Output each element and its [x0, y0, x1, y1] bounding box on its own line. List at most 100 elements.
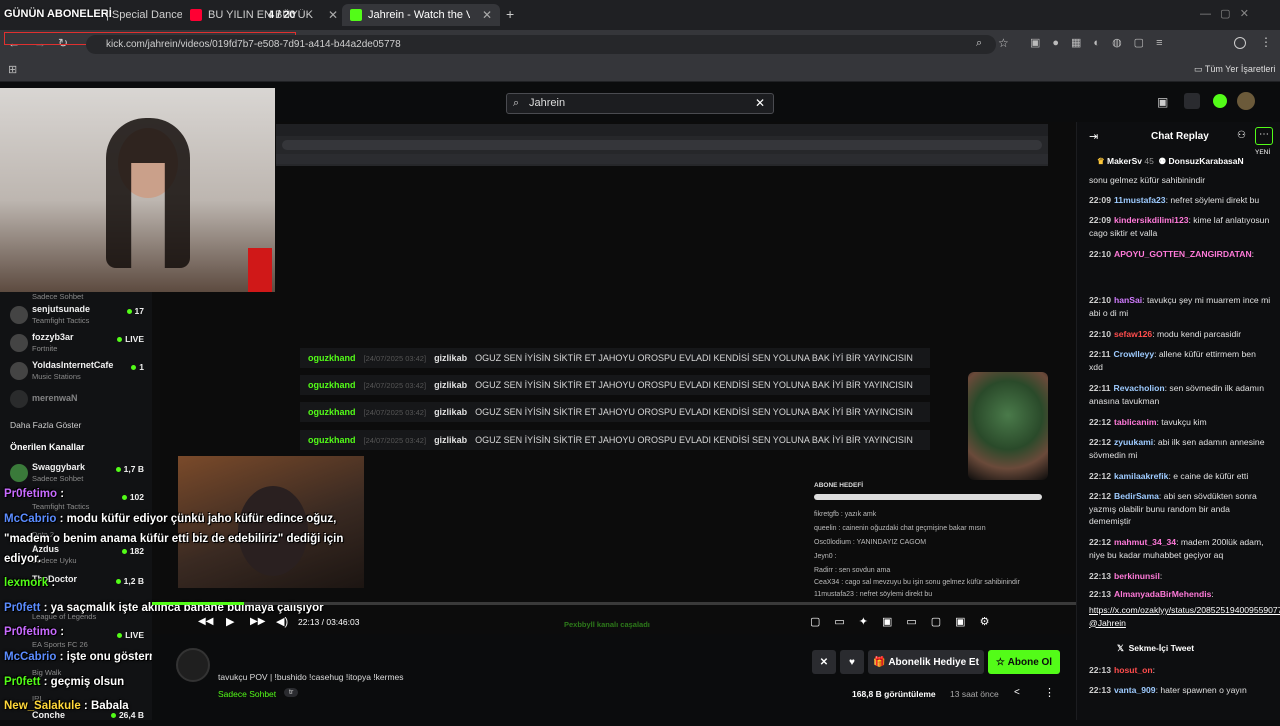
volume-icon[interactable]: ◀) [276, 615, 288, 628]
time-display: 22:13 / 03:46:03 [298, 617, 360, 627]
search-value: Jahrein [529, 97, 566, 109]
chat-text: : [1251, 249, 1255, 259]
player-right-icons[interactable]: ▢▭✦▣▭▢▣⚙ [810, 615, 1003, 628]
chat-text: OGUZ SEN İYİSİN SİKTİR ET JAHOYU OROSPU … [475, 407, 913, 417]
inner-bookmarks [276, 154, 1048, 164]
chat-time: 22:10 [1089, 295, 1111, 305]
url-input[interactable]: kick.com/jahrein/videos/019fd7b7-e508-7d… [86, 35, 996, 54]
inner-chat-line: queelin : cainenin oğuzdaki chat geçmişi… [814, 525, 986, 532]
window-controls[interactable]: — ▢ ✕ [1200, 7, 1249, 20]
chat-username[interactable]: vanta_909 [1114, 685, 1156, 695]
chat-users-icon[interactable]: ⚇ [1237, 130, 1246, 141]
show-more-link[interactable]: Daha Fazla Göster [10, 420, 81, 430]
chat-username[interactable]: Revacholion [1114, 383, 1165, 393]
channel-category: EA Sports FC 26 [32, 640, 88, 649]
video-chat-line: oguzkhand [24/07/2025 03:42] gizlikab OG… [300, 375, 930, 395]
chat-username[interactable]: Crowlleyy [1114, 349, 1155, 359]
menu-icon[interactable]: ⋮ [1260, 35, 1272, 49]
gift-sub-button[interactable]: 🎁 Abonelik Hediye Et [868, 650, 984, 674]
sidebar-channel[interactable]: senjutsunade Teamfight Tactics 17 [0, 302, 152, 330]
chat-username[interactable]: mahmut_34_34 [1114, 537, 1176, 547]
viewer-count: 1 [131, 362, 144, 372]
chat-username[interactable]: berkinunsil [1114, 571, 1160, 581]
chat-username[interactable]: hanSai [1114, 295, 1142, 305]
chat-username[interactable]: BedirSama [1114, 491, 1159, 501]
seek-bar[interactable] [152, 602, 1076, 605]
tweet-button[interactable]: 𝕏 Sekme-İçi Tweet [1117, 643, 1194, 654]
search-input[interactable]: ⌕ Jahrein ✕ [506, 93, 774, 114]
sidebar-channel[interactable]: fozzyb3ar Fortnite LIVE [0, 330, 152, 358]
chat-text: : hater spawnen o yayın [1155, 685, 1247, 695]
browser-tab-active[interactable]: Jahrein - Watch the VOD on Ki ✕ [342, 4, 500, 26]
chat-message: https://x.com/ozaklyy/status/20852519400… [1089, 604, 1280, 629]
channel-category: Sadece Sohbet [32, 292, 84, 301]
chat-username[interactable]: sefaw126 [1114, 329, 1152, 339]
chat-message: 22:12 zyuukami: abi ilk sen adamın annesi… [1089, 436, 1271, 461]
sidebar-channel[interactable]: YoldasInternetCafe Music Stations 1 [0, 358, 152, 386]
close-icon[interactable]: ✕ [328, 8, 338, 22]
mute-notify-button[interactable]: ✕ [812, 650, 836, 674]
chat-settings-icon[interactable]: ⋯ [1255, 127, 1273, 145]
new-tab-button[interactable]: + [506, 6, 514, 22]
collapse-chat-icon[interactable]: ⇥ [1089, 130, 1098, 143]
chat-message: 22:09 kindersikdilimi123: kime laf anlatı… [1089, 214, 1271, 239]
browser-tab[interactable]: BU YILIN EN BÜYÜK DRAMASI ✕ [190, 4, 338, 26]
chat-text: : [1159, 571, 1163, 581]
chat-user: oguzkhand [308, 380, 356, 390]
chat-time: 22:12 [1089, 437, 1111, 447]
pinned-user: MakerSv [1107, 156, 1142, 166]
chat-username[interactable]: hosut_on [1114, 665, 1153, 675]
chat-user: oguzkhand [308, 353, 356, 363]
tab-label: Jahrein - Watch the VOD on Ki [368, 9, 470, 21]
chat-time: 22:11 [1089, 349, 1111, 359]
video-category[interactable]: Sadece Sohbet [218, 689, 276, 699]
zoom-icon[interactable]: ⌕ [976, 37, 982, 50]
chat-time: 22:09 [1089, 215, 1111, 225]
forward-icon[interactable]: ▶▶ [250, 616, 265, 627]
chat-user2: gizlikab [434, 353, 468, 363]
inner-chat-lines: fikretgfb : yazık amk queelin : cainenin… [814, 508, 1042, 602]
subscribe-button[interactable]: ☆ Abone Ol [988, 650, 1060, 674]
chat-text: sonu gelmez küfür sahibinindir [1089, 175, 1206, 185]
layout-icon[interactable] [1184, 93, 1200, 109]
channel-avatar[interactable] [176, 648, 210, 682]
url-text: kick.com/jahrein/videos/019fd7b7-e508-7d… [106, 39, 401, 50]
more-options-icon[interactable]: ⋮ [1044, 686, 1055, 699]
channel-name: fozzyb3ar [32, 332, 74, 342]
share-icon[interactable]: < [1014, 687, 1020, 698]
chat-text: : modu kendi parcasidir [1152, 329, 1242, 339]
chat-username[interactable]: zyuukami [1114, 437, 1153, 447]
close-icon[interactable]: ✕ [482, 8, 492, 22]
chat-time: 22:10 [1089, 329, 1111, 339]
inner-chat-line: Jeyn0 : [814, 553, 837, 560]
follow-heart-button[interactable]: ♥ [840, 650, 864, 674]
chat-username[interactable]: AlmanyadaBirMehendis [1114, 589, 1211, 599]
sidebar-channel[interactable]: merenwaN [0, 386, 152, 414]
apps-icon[interactable]: ⊞ [8, 63, 17, 76]
overlay-chat-line: Pr0fett : geçmiş olsun [4, 676, 125, 688]
viewer-count: 17 [127, 306, 144, 316]
chat-user: oguzkhand [308, 435, 356, 445]
theater-icon[interactable]: ▣ [1157, 95, 1168, 109]
star-icon[interactable]: ☆ [998, 36, 1009, 50]
play-icon[interactable]: ▶ [226, 615, 234, 628]
chat-username[interactable]: 11mustafa23 [1114, 195, 1166, 205]
chat-username[interactable]: tablicanim [1114, 417, 1157, 427]
all-bookmarks[interactable]: ▭ Tüm Yer İşaretleri [1194, 64, 1275, 75]
chat-username[interactable]: kamilaakrefik [1114, 471, 1168, 481]
browser-tab[interactable]: | Special Dance ✕ [106, 4, 182, 26]
clear-search-icon[interactable]: ✕ [755, 94, 765, 113]
chat-message: 22:12 mahmut_34_34: madem 200lük adam, ni… [1089, 536, 1271, 561]
kick-logo-icon[interactable] [1213, 94, 1227, 108]
viewer-count: 182 [122, 546, 144, 556]
viewer-count: 1,2 B [116, 576, 144, 586]
rewind-icon[interactable]: ◀◀ [198, 616, 213, 627]
chat-username[interactable]: kindersikdilimi123 [1114, 215, 1189, 225]
chat-text[interactable]: https://x.com/ozaklyy/status/20852519400… [1089, 605, 1280, 628]
chat-time: 22:12 [1089, 537, 1111, 547]
extension-icons[interactable]: ▣●▦◐◍▢≡ [1030, 36, 1174, 49]
avatar[interactable] [1237, 92, 1255, 110]
chat-username[interactable]: APOYU_GOTTEN_ZANGIRDATAN [1114, 249, 1252, 259]
profile-icon[interactable] [1234, 37, 1246, 49]
sidebar-channel[interactable]: Swaggybark Sadece Sohbet 1,7 B [0, 460, 152, 488]
